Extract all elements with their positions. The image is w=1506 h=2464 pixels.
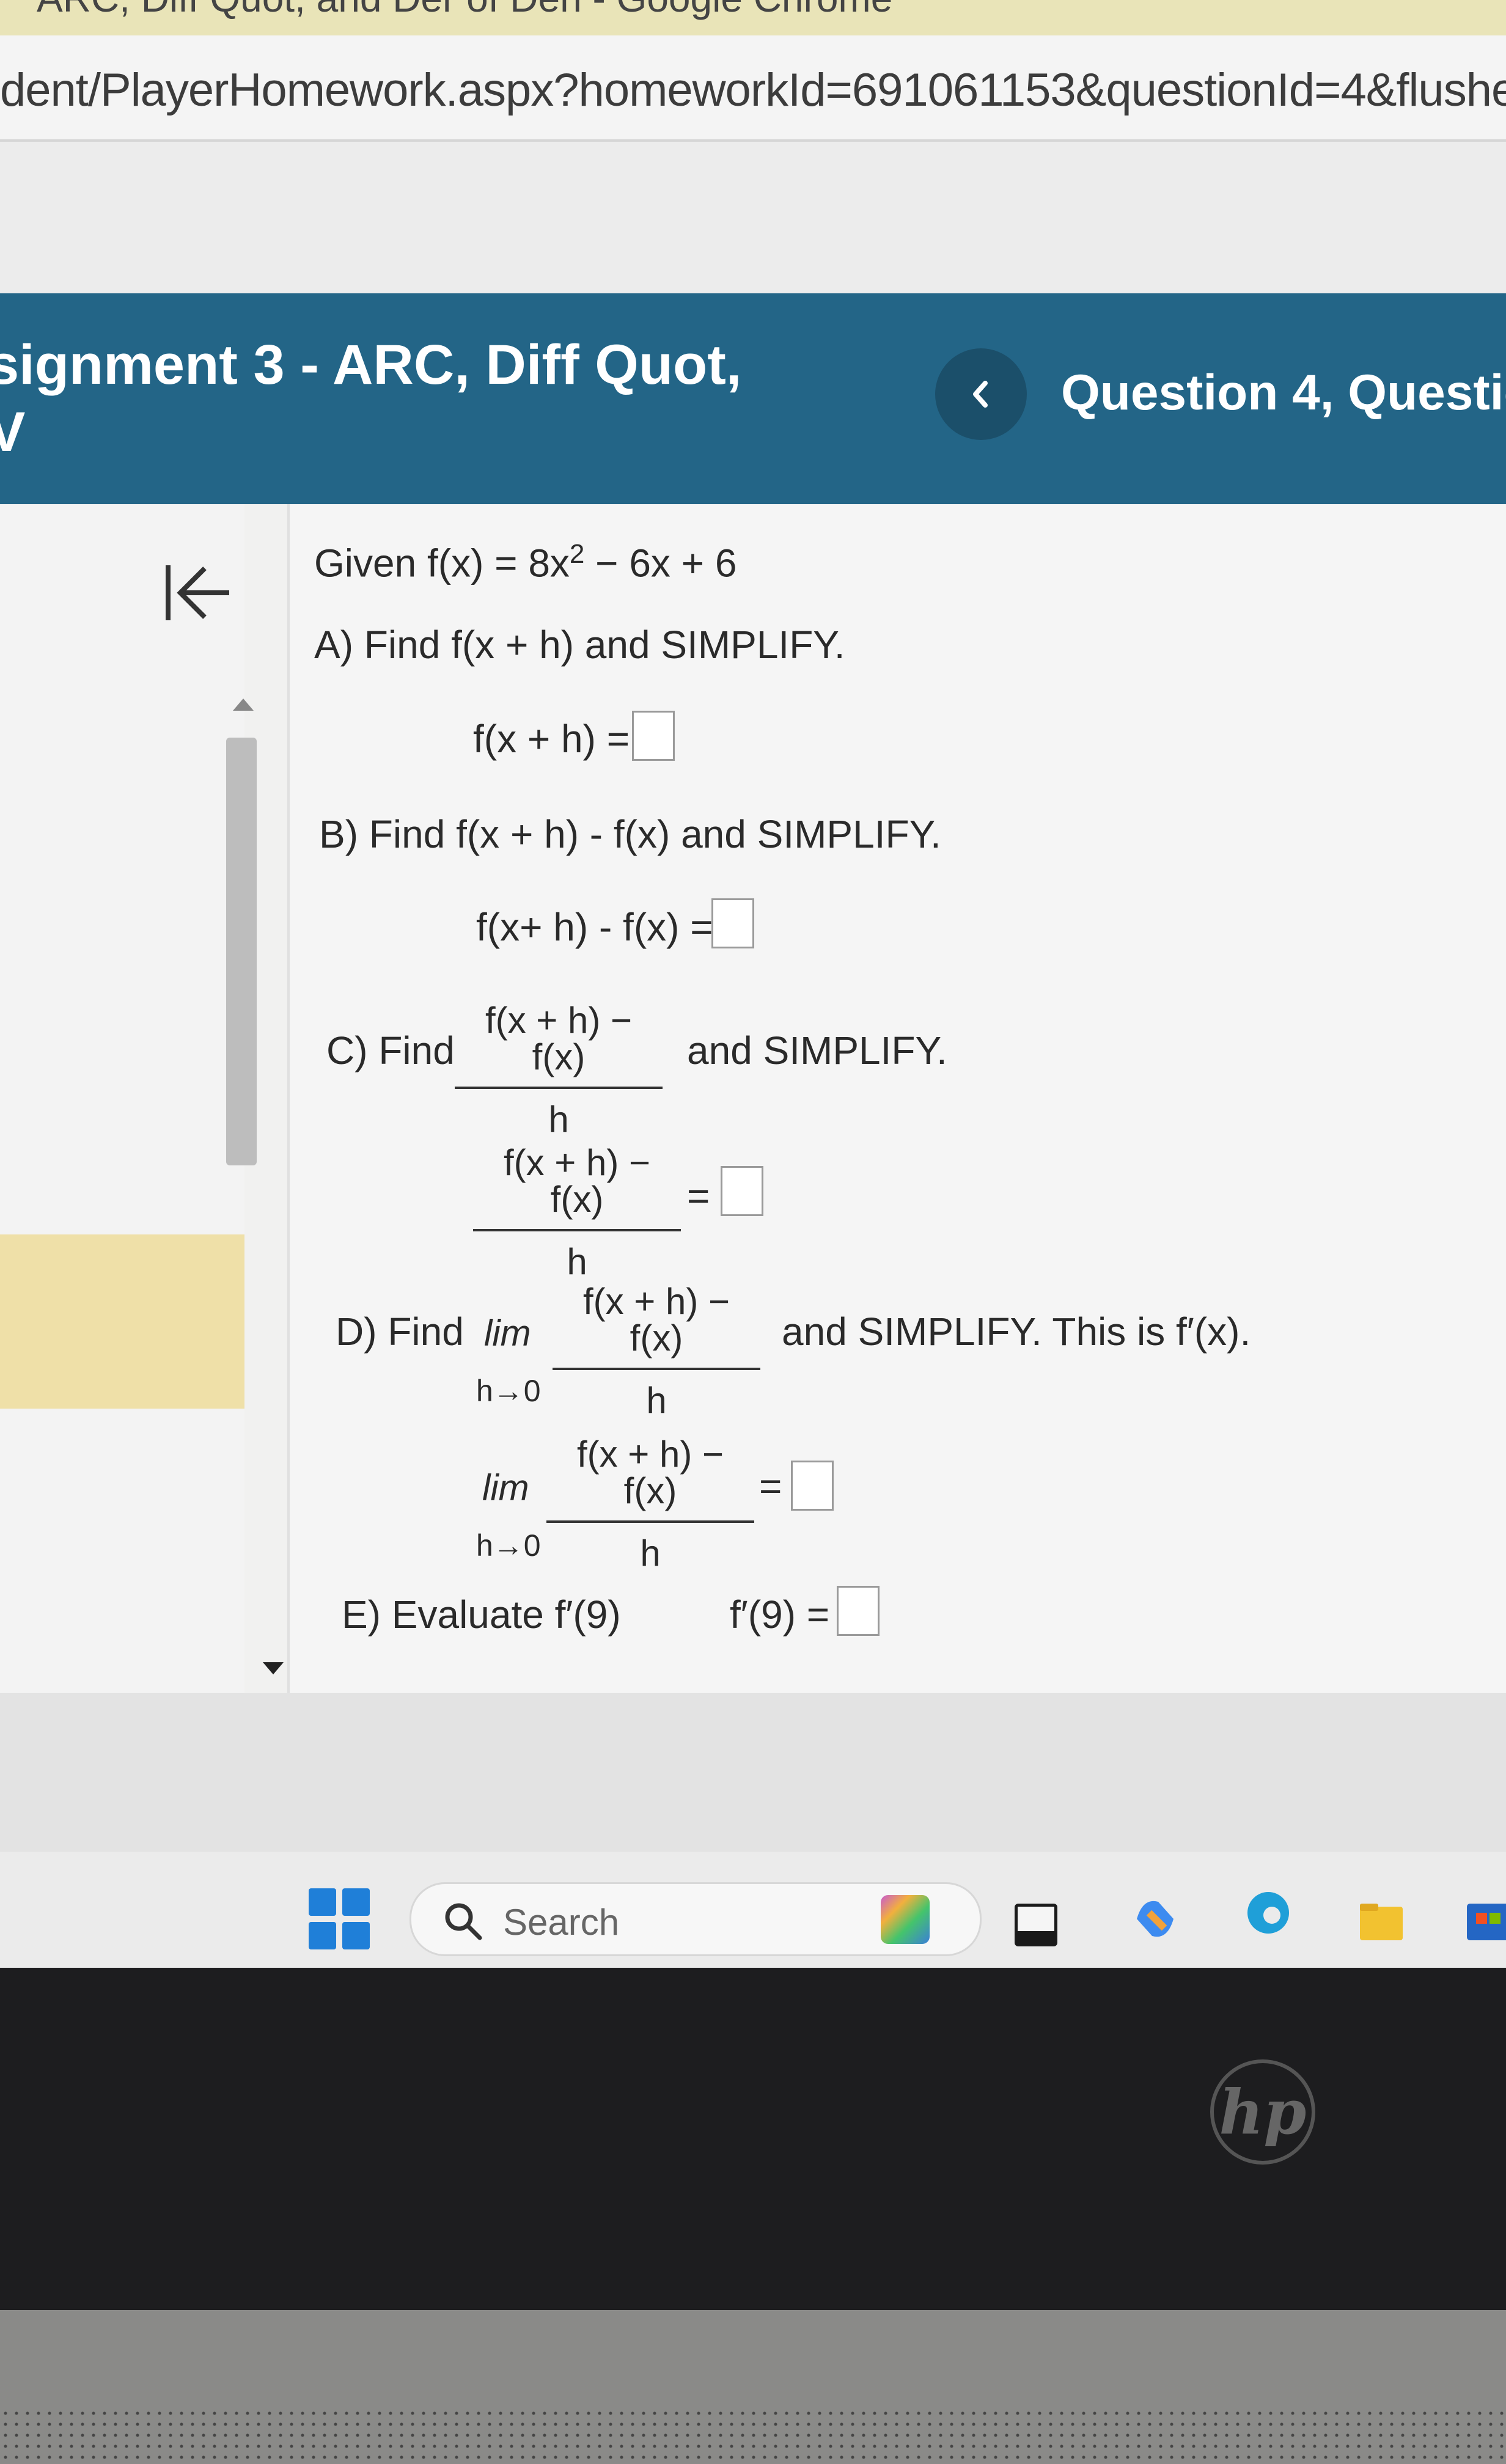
part-c-after-text: and SIMPLIFY.	[687, 1028, 947, 1072]
given-function: Given f(x) = 8x2 − 6x + 6	[314, 539, 737, 585]
hp-logo: hp	[1210, 2059, 1315, 2165]
edge-icon[interactable]	[1244, 1888, 1293, 1937]
collapse-left-icon	[166, 565, 229, 620]
part-e-answer-input[interactable]	[837, 1586, 880, 1636]
part-a-prompt: A) Find f(x + h) and SIMPLIFY.	[314, 623, 845, 667]
chevron-left-icon	[973, 381, 988, 408]
copilot-icon[interactable]	[1131, 1894, 1180, 1943]
part-d-answer-fraction: f(x + h) − f(x) h	[546, 1436, 754, 1572]
part-d-fraction: f(x + h) − f(x) h	[553, 1283, 760, 1419]
scrollbar-thumb[interactable]	[226, 738, 257, 1165]
fraction-denominator: h	[567, 1241, 587, 1282]
part-c-fraction: f(x + h) − f(x) h	[455, 1002, 663, 1138]
part-b-answer-input[interactable]	[711, 898, 754, 948]
browser-tab-strip: ARC, Diff Quot, and Der of Den - Google …	[0, 0, 1506, 35]
part-b-expression: f(x+ h) - f(x) =	[476, 905, 713, 949]
homework-content: Given f(x) = 8x2 − 6x + 6 A) Find f(x + …	[0, 504, 1506, 1693]
page-top-space	[0, 142, 1506, 293]
fraction-bar	[546, 1520, 754, 1523]
fraction-denominator: h	[548, 1099, 569, 1140]
url-text[interactable]: dent/PlayerHomework.aspx?homeworkId=6910…	[0, 64, 1506, 117]
windows-taskbar: Search	[0, 1852, 1506, 1968]
fraction-numerator: f(x + h) − f(x)	[582, 1281, 730, 1358]
collapse-panel-button[interactable]	[162, 559, 235, 629]
scroll-up-arrow-icon[interactable]	[233, 698, 254, 711]
part-a-answer-input[interactable]	[632, 711, 675, 761]
fraction-bar	[473, 1229, 681, 1231]
address-bar[interactable]: dent/PlayerHomework.aspx?homeworkId=6910…	[0, 35, 1506, 142]
part-c-answer-input[interactable]	[721, 1166, 763, 1216]
question-panel: Given f(x) = 8x2 − 6x + 6 A) Find f(x + …	[287, 504, 1506, 1693]
search-icon	[445, 1903, 482, 1940]
limit-subscript: h→0	[476, 1528, 541, 1563]
given-function-rest: − 6x + 6	[584, 541, 737, 585]
fraction-numerator: f(x + h) − f(x)	[576, 1434, 724, 1511]
limit-word: lim	[482, 1467, 529, 1508]
limit-word: lim	[484, 1313, 531, 1354]
part-d-answer-input[interactable]	[791, 1461, 834, 1511]
limit-subscript: h→0	[476, 1374, 541, 1408]
part-c-answer-fraction: f(x + h) − f(x) h	[473, 1145, 681, 1280]
equals-sign: =	[687, 1174, 710, 1218]
part-c-find-label: C) Find	[326, 1028, 455, 1072]
fraction-denominator: h	[640, 1533, 661, 1574]
laptop-bezel: hp	[0, 1968, 1506, 2310]
laptop-keyboard-area	[0, 2310, 1506, 2464]
part-e-prompt: E) Evaluate f′(9)	[342, 1593, 621, 1637]
search-label: Search	[503, 1902, 620, 1943]
part-e-expression: f′(9) =	[730, 1593, 830, 1637]
page-bottom-space	[0, 1693, 1506, 1852]
left-panel	[0, 504, 244, 1693]
homework-title: signment 3 - ARC, Diff Quot, V	[0, 331, 741, 466]
part-a-expression: f(x + h) =	[473, 717, 630, 761]
given-exponent: 2	[569, 539, 585, 569]
fraction-denominator: h	[646, 1380, 667, 1421]
speaker-grille	[0, 2408, 1506, 2464]
scroll-down-arrow-icon[interactable]	[263, 1662, 284, 1674]
question-label: Question 4, Questio	[1061, 365, 1506, 420]
given-function-text: Given f(x) = 8x	[314, 541, 570, 585]
widget-cube-icon[interactable]	[881, 1895, 930, 1944]
fraction-numerator: f(x + h) − f(x)	[503, 1142, 651, 1220]
part-d-find-label: D) Find	[336, 1310, 464, 1354]
fraction-numerator: f(x + h) − f(x)	[485, 1000, 633, 1077]
fraction-bar	[553, 1368, 760, 1370]
part-b-prompt: B) Find f(x + h) - f(x) and SIMPLIFY.	[319, 812, 941, 856]
homework-title-line2: V	[0, 401, 26, 464]
browser-tab-title[interactable]: ARC, Diff Quot, and Der of Den - Google …	[37, 0, 892, 21]
previous-question-button[interactable]	[935, 348, 1027, 440]
fraction-bar	[455, 1087, 663, 1089]
file-explorer-icon[interactable]	[1357, 1898, 1406, 1946]
terminal-icon[interactable]	[1012, 1901, 1060, 1949]
taskbar-search-box[interactable]: Search	[410, 1882, 982, 1956]
current-question-highlight	[0, 1234, 244, 1409]
part-d-after-text: and SIMPLIFY. This is f′(x).	[782, 1310, 1251, 1354]
assignment-header: signment 3 - ARC, Diff Quot, V Question …	[0, 293, 1506, 504]
windows-start-icon[interactable]	[309, 1888, 370, 1949]
homework-title-line1: signment 3 - ARC, Diff Quot,	[0, 334, 742, 396]
store-icon[interactable]	[1464, 1898, 1506, 1946]
equals-sign: =	[759, 1464, 782, 1508]
